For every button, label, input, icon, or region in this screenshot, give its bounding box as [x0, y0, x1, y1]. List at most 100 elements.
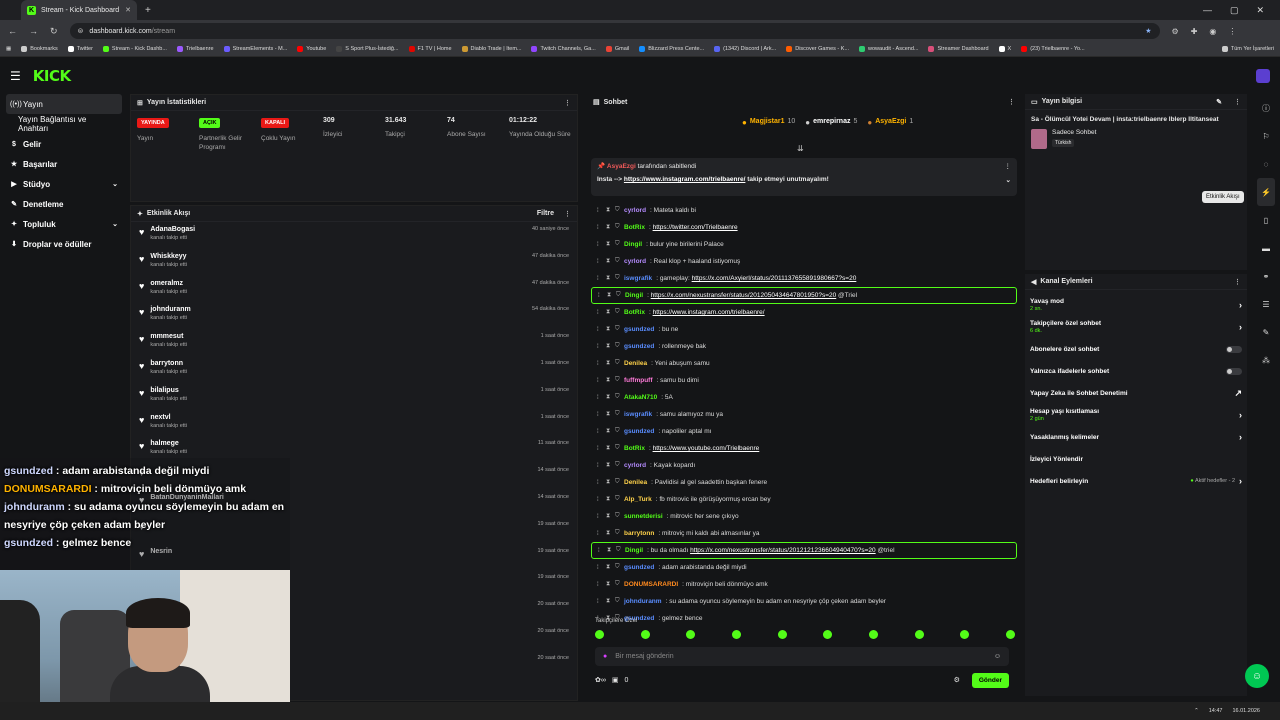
pin-msg-icon[interactable]: ⁞ [597, 582, 602, 588]
pin-user[interactable]: AsyaEzgi [607, 163, 636, 170]
chat-username[interactable]: BotRix [624, 224, 645, 231]
bookmark-item[interactable]: Discover Games - K... [786, 46, 849, 52]
timeout-icon[interactable]: ⧗ [606, 241, 611, 248]
chat-username[interactable]: gsundzed [624, 564, 654, 571]
chat-username[interactable]: Dingil [625, 547, 643, 554]
channel-action[interactable]: Hedefleri belirleyin ● Aktif hedefler - 2… [1025, 470, 1247, 492]
hamburger-menu-icon[interactable]: ☰ [10, 69, 21, 83]
bookmark-star-icon[interactable]: ★ [1145, 27, 1151, 35]
timeout-icon[interactable]: ⧗ [606, 343, 611, 350]
shield-icon[interactable]: ⛉ [615, 258, 620, 265]
sidebar-item[interactable]: ★ Başarılar [0, 154, 128, 174]
gift-icon[interactable]: ▣ [612, 676, 619, 684]
shield-icon[interactable]: ⛉ [615, 241, 620, 248]
timeout-icon[interactable]: ⧗ [606, 581, 611, 588]
pin-msg-icon[interactable]: ⁞ [598, 293, 603, 299]
chat-message[interactable]: ⁞ ⧗ ⛉ BotRix: https://www.youtube.com/Triel… [591, 440, 1017, 457]
chat-username[interactable]: johnduranm [624, 598, 662, 605]
shield-icon[interactable]: ⛉ [615, 343, 620, 350]
chat-username[interactable]: AtakaN710 [624, 394, 657, 401]
pin-msg-icon[interactable]: ⁞ [597, 259, 602, 265]
channel-menu-icon[interactable]: ⋮ [1234, 278, 1241, 286]
site-info-icon[interactable]: ⊜ [78, 27, 84, 35]
emote-icon[interactable] [868, 630, 878, 639]
leader-entry[interactable]: ● emrepirnaz 5 [805, 118, 857, 127]
pin-msg-icon[interactable]: ⁞ [598, 548, 603, 554]
chat-message[interactable]: ⁞ ⧗ ⛉ barrytonn: mitroviç mi kaldı abi alma… [591, 525, 1017, 542]
rail-activity-feed-icon[interactable]: ⚡ [1257, 178, 1275, 206]
timeout-icon[interactable]: ⧗ [606, 445, 611, 452]
shield-icon[interactable]: ⛉ [615, 598, 620, 605]
chat-username[interactable]: BotRix [624, 445, 645, 452]
rail-wrench-icon[interactable]: ✎ [1263, 318, 1270, 346]
sidebar-item[interactable]: $ Gelir [0, 134, 128, 154]
bookmark-item[interactable]: F1 TV | Home [408, 46, 452, 52]
chevron-down-icon[interactable]: ⌄ [112, 180, 118, 188]
chat-username[interactable]: iswgrafik [624, 275, 652, 282]
emote-icon[interactable] [823, 630, 833, 639]
activity-user[interactable]: johnduranm [150, 306, 190, 313]
pin-menu-icon[interactable]: ⋮ [1005, 162, 1012, 170]
pin-msg-icon[interactable]: ⁞ [597, 378, 602, 384]
channel-action[interactable]: Yapay Zeka ile Sohbet Denetimi ↗ [1025, 382, 1247, 404]
kick-logo[interactable]: KICK [33, 67, 71, 85]
timeout-icon[interactable]: ⧗ [606, 275, 611, 282]
rail-link-icon[interactable]: ⚭ [1263, 262, 1270, 290]
shield-icon[interactable]: ⛉ [615, 224, 620, 231]
chat-link[interactable]: https://www.instagram.com/trielbaenre/ [653, 309, 765, 316]
shield-icon[interactable]: ⛉ [615, 394, 620, 401]
chat-username[interactable]: barrytonn [624, 530, 654, 537]
shield-icon[interactable]: ⛉ [615, 326, 620, 333]
chat-message[interactable]: ⁞ ⧗ ⛉ gsundzed: adam arabistanda değil miyd… [591, 559, 1017, 576]
channel-action[interactable]: Abonelere özel sohbet [1025, 338, 1247, 360]
activity-user[interactable]: barrytonn [150, 360, 187, 367]
chat-message[interactable]: ⁞ ⧗ ⛉ gsundzed: gelmez bence [591, 610, 1017, 627]
chat-link[interactable]: https://www.youtube.com/Trielbaenre [653, 445, 760, 452]
activity-user[interactable]: Whiskkeyy [150, 253, 187, 260]
pin-msg-icon[interactable]: ⁞ [597, 497, 602, 503]
emote-icon[interactable] [777, 630, 787, 639]
bookmark-item[interactable]: Youtube [297, 46, 326, 52]
timeout-icon[interactable]: ⧗ [606, 394, 611, 401]
bookmark-item[interactable]: X [998, 46, 1011, 52]
emoji-icon[interactable]: ☺ [994, 653, 1001, 660]
timeout-icon[interactable]: ⧗ [606, 309, 611, 316]
timeout-icon[interactable]: ⧗ [607, 547, 612, 554]
chat-username[interactable]: Alp_Turk [624, 496, 652, 503]
pin-msg-icon[interactable]: ⁞ [597, 225, 602, 231]
activity-user[interactable]: mmmesut [150, 333, 187, 340]
emote-icon[interactable] [731, 630, 741, 639]
sidebar-item[interactable]: ✎ Denetleme [0, 194, 128, 214]
bookmark-item[interactable]: S Sport Plus-İstediğ... [336, 46, 399, 52]
category-name[interactable]: Sadece Sohbet [1052, 129, 1096, 136]
shield-icon[interactable]: ⛉ [615, 530, 620, 537]
bookmark-item[interactable]: (1342) Discord | Ark... [714, 46, 776, 52]
shield-icon[interactable]: ⛉ [615, 496, 620, 503]
sidebar-item[interactable]: ▶ Stüdyo ⌄ [0, 174, 128, 194]
user-avatar[interactable] [1256, 69, 1270, 83]
activity-user[interactable]: bilalipus [150, 387, 187, 394]
shield-icon[interactable]: ⛉ [615, 479, 620, 486]
pin-msg-icon[interactable]: ⁞ [597, 480, 602, 486]
chevron-right-icon[interactable]: › [1239, 410, 1242, 420]
chat-username[interactable]: gsundzed [624, 326, 654, 333]
chat-link[interactable]: https://x.com/nexustransfer/status/20120… [651, 292, 837, 299]
minimize-icon[interactable]: — [1203, 5, 1212, 16]
help-chat-button[interactable]: ☺ [1245, 664, 1269, 688]
chat-username[interactable]: gsundzed [624, 428, 654, 435]
sidebar-item[interactable]: Yayın Bağlantısı ve Anahtarı [0, 114, 128, 134]
activity-row[interactable]: ♥ mmmesut kanalı takip etti 1 saat önce [131, 329, 577, 356]
activity-row[interactable]: ♥ Whiskkeyy kanalı takip etti 47 dakika önc… [131, 249, 577, 276]
chat-message[interactable]: ⁞ ⧗ ⛉ Denilea: Pavlidisi al gel saadettin b… [591, 474, 1017, 491]
apps-grid-icon[interactable]: ▦ [6, 46, 11, 52]
bookmark-item[interactable]: Gmail [605, 46, 629, 52]
channel-action[interactable]: Takipçilere özel sohbet 6 dk. › [1025, 316, 1247, 338]
activity-menu-icon[interactable]: ⋮ [564, 210, 571, 218]
timeout-icon[interactable]: ⧗ [606, 224, 611, 231]
pin-msg-icon[interactable]: ⁞ [597, 514, 602, 520]
channel-action[interactable]: Yavaş mod 2 sn. › [1025, 294, 1247, 316]
pin-msg-icon[interactable]: ⁞ [597, 327, 602, 333]
pin-msg-icon[interactable]: ⁞ [597, 412, 602, 418]
new-tab-button[interactable]: + [145, 5, 151, 16]
external-link-icon[interactable]: ↗ [1234, 388, 1242, 399]
